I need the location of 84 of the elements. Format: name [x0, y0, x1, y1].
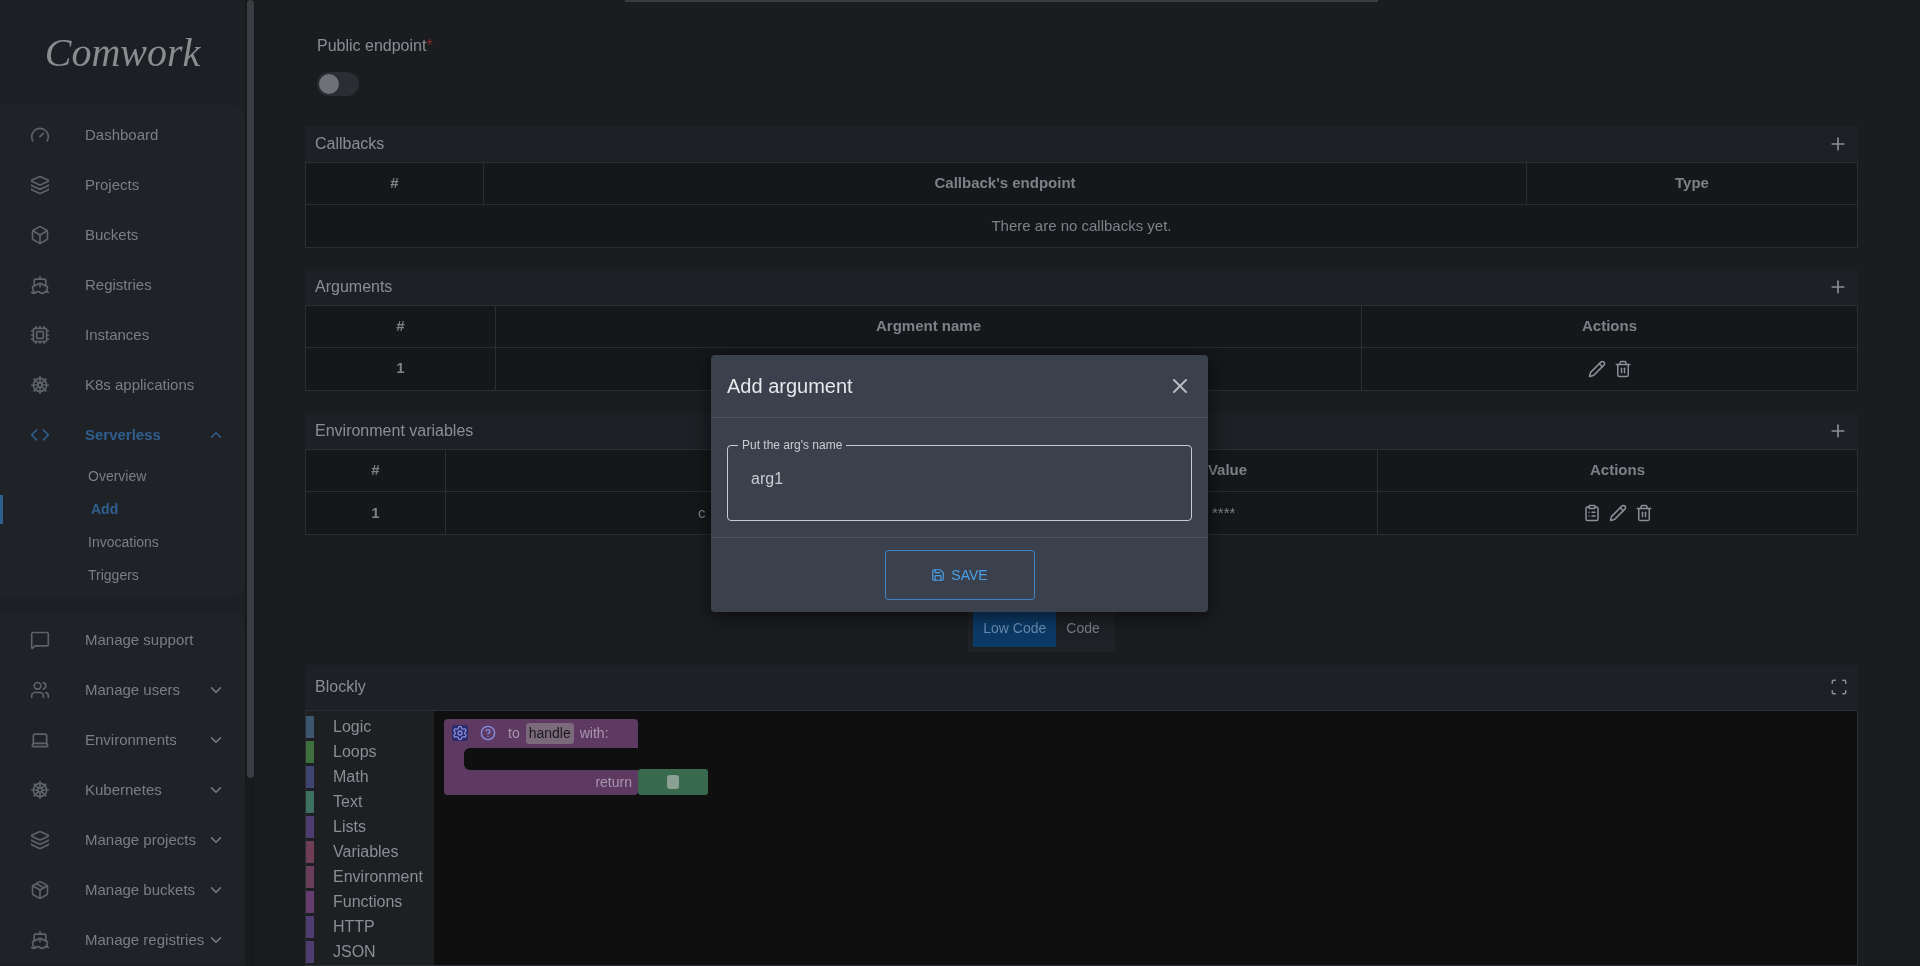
block-name-field[interactable]: handle	[525, 723, 574, 744]
text-field[interactable]: Put the arg's name arg1	[727, 437, 1192, 521]
ship-icon	[30, 930, 50, 950]
table-cell: 1	[305, 491, 446, 535]
box-icon	[30, 880, 50, 900]
dialog-title: Add argument	[727, 374, 853, 399]
delete-icon[interactable]	[1634, 504, 1653, 522]
required-mark: *	[426, 37, 433, 54]
function-block[interactable]: to handle with: return	[444, 719, 638, 795]
category-item[interactable]: Functions	[333, 890, 403, 915]
field-label: Public endpoint*	[317, 36, 434, 56]
column-header: Actions	[1377, 449, 1858, 492]
sidebar-item[interactable]: Manage registries	[0, 915, 245, 965]
table-cell: 1	[305, 347, 496, 391]
users-icon	[30, 680, 50, 700]
category-item[interactable]: HTTP	[333, 915, 375, 940]
mode-tab[interactable]: Low Code	[973, 611, 1057, 647]
submenu-item[interactable]: Invocations	[88, 532, 159, 553]
sidebar-item[interactable]: K8s applications	[0, 360, 245, 410]
sidebar-item[interactable]: Manage buckets	[0, 865, 245, 915]
category-item[interactable]: Environment	[333, 865, 423, 890]
panel-title: Blockly	[315, 677, 366, 698]
sidebar-item[interactable]: Manage projects	[0, 815, 245, 865]
toggle-switch[interactable]	[317, 72, 359, 96]
save-icon	[931, 568, 946, 582]
block-keyword: with:	[579, 724, 609, 743]
sidebar-item[interactable]: Manage users	[0, 665, 245, 715]
column-header: #	[305, 162, 484, 205]
sidebar-item[interactable]: Serverless	[0, 410, 245, 460]
help-icon[interactable]	[480, 725, 496, 742]
scrollbar[interactable]	[246, 0, 254, 778]
save-button[interactable]: SAVE	[884, 550, 1035, 600]
block-keyword: to	[508, 724, 520, 743]
category-item[interactable]: JSON	[333, 940, 376, 965]
fullscreen-icon[interactable]	[1830, 678, 1848, 697]
category-item[interactable]: Logic	[333, 715, 372, 740]
block-keyword: return	[595, 773, 632, 792]
category-item[interactable]: Lists	[333, 815, 366, 840]
sidebar-item[interactable]: Dashboard	[0, 110, 245, 160]
chat-icon	[30, 630, 50, 650]
category-item[interactable]: Variables	[333, 840, 399, 865]
sidebar-item[interactable]: Manage support	[0, 615, 245, 665]
mode-tab[interactable]: Code	[1056, 611, 1110, 647]
panel-title: Callbacks	[315, 133, 385, 154]
chip-icon	[30, 325, 50, 345]
sidebar-item[interactable]: Registries	[0, 260, 245, 310]
wheel-icon	[30, 375, 50, 395]
gauge-icon	[30, 125, 50, 145]
sidebar-item[interactable]: Buckets	[0, 210, 245, 260]
field-value: arg1	[751, 470, 784, 487]
submenu-item[interactable]: Triggers	[88, 565, 139, 586]
table-cell: c	[698, 503, 706, 521]
column-header: #	[305, 449, 446, 492]
column-header: Actions	[1361, 305, 1858, 348]
sidebar-item[interactable]: Projects	[0, 160, 245, 210]
layers-icon	[30, 175, 50, 195]
empty-message: There are no callbacks yet.	[305, 204, 1858, 248]
panel-title: Arguments	[315, 276, 393, 297]
category-item[interactable]: Loops	[333, 740, 377, 765]
laptop-icon	[30, 730, 50, 750]
column-header: #	[305, 305, 496, 348]
layers-icon	[30, 830, 50, 850]
category-item[interactable]: Math	[333, 765, 369, 790]
column-header: Argment name	[495, 305, 1362, 348]
panel-title: Environment variables	[315, 421, 474, 441]
submenu-item[interactable]: Add	[91, 499, 119, 520]
wheel-icon	[30, 780, 50, 800]
column-header: Type	[1526, 162, 1858, 205]
table-cell: ****	[1212, 503, 1236, 521]
submenu-item[interactable]: Overview	[88, 466, 147, 487]
sidebar-item[interactable]: Instances	[0, 310, 245, 360]
edit-icon[interactable]	[1587, 359, 1606, 378]
sidebar-item[interactable]: Kubernetes	[0, 765, 245, 815]
clipboard-icon[interactable]	[1582, 504, 1601, 522]
field-label: Put the arg's name	[741, 437, 844, 453]
sidebar-item[interactable]: Environments	[0, 715, 245, 765]
edit-icon[interactable]	[1608, 504, 1627, 522]
ship-icon	[30, 275, 50, 295]
column-header: Callback's endpoint	[483, 162, 1527, 205]
box-icon	[30, 225, 50, 245]
delete-icon[interactable]	[1613, 359, 1632, 378]
logo: Comwork	[44, 28, 201, 77]
category-item[interactable]: Text	[333, 790, 363, 815]
gear-icon[interactable]	[452, 725, 468, 742]
